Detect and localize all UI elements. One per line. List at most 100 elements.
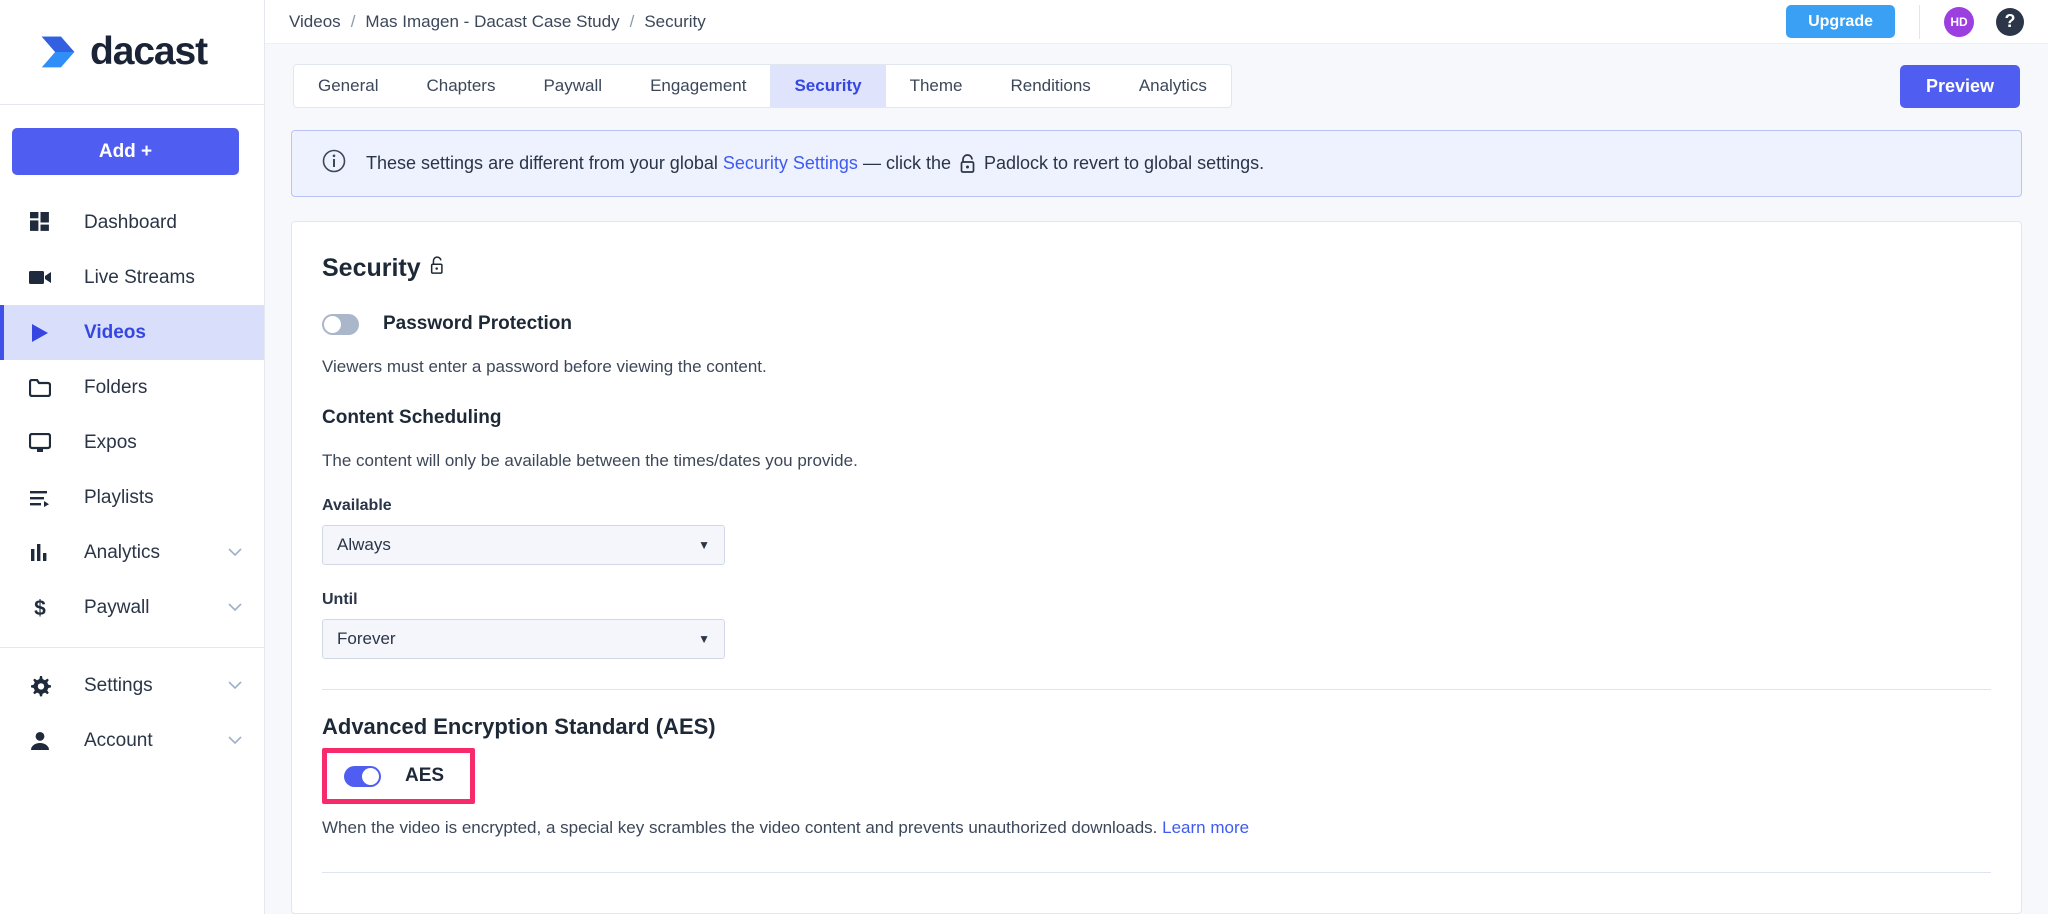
info-circle-icon xyxy=(322,149,346,178)
dollar-icon: $ xyxy=(25,597,55,619)
password-protection-description: Viewers must enter a password before vie… xyxy=(322,357,767,376)
password-protection-toggle[interactable] xyxy=(322,313,359,335)
banner-text-middle: — click the xyxy=(862,153,951,173)
caret-down-icon: ▼ xyxy=(698,538,710,552)
aes-toggle-label: AES xyxy=(405,765,445,786)
security-settings-link[interactable]: Security Settings xyxy=(723,153,858,174)
sidebar-item-label: Videos xyxy=(84,321,146,343)
sidebar-item-account[interactable]: Account xyxy=(0,713,264,768)
tab-renditions[interactable]: Renditions xyxy=(986,65,1114,107)
bar-chart-icon xyxy=(25,543,55,562)
security-card: Security Password Protection Viewers mus… xyxy=(291,221,2022,914)
aes-description-text: When the video is encrypted, a special k… xyxy=(322,818,1158,837)
toggle-knob xyxy=(362,767,379,785)
sidebar-nav: Dashboard Live Streams Videos Folders Ex… xyxy=(0,187,264,768)
security-title-text: Security xyxy=(322,254,421,282)
question-mark-icon[interactable]: ? xyxy=(1996,7,2024,36)
available-value: Always xyxy=(337,535,391,554)
dashboard-icon xyxy=(25,212,55,233)
avatar[interactable]: HD xyxy=(1944,6,1974,37)
add-button-wrapper: Add + xyxy=(0,105,264,187)
aes-heading: Advanced Encryption Standard (AES) xyxy=(322,714,716,739)
tab-analytics[interactable]: Analytics xyxy=(1115,65,1231,107)
upgrade-button[interactable]: Upgrade xyxy=(1786,5,1895,38)
svg-text:$: $ xyxy=(34,597,46,619)
tab-chapters[interactable]: Chapters xyxy=(402,65,519,107)
brand-logo[interactable]: dacast xyxy=(0,0,264,105)
sidebar-item-label: Playlists xyxy=(84,486,154,508)
sidebar-item-label: Analytics xyxy=(84,541,161,563)
sidebar-item-label: Dashboard xyxy=(84,211,177,233)
learn-more-link[interactable]: Learn more xyxy=(1162,818,1249,837)
tab-theme[interactable]: Theme xyxy=(886,65,987,107)
app-root: dacast Add + Dashboard Live Streams Vide… xyxy=(0,0,2048,914)
padlock-icon xyxy=(959,153,976,174)
password-protection-label: Password Protection xyxy=(383,313,572,334)
sidebar-item-paywall[interactable]: $ Paywall xyxy=(0,580,264,635)
top-bar-divider xyxy=(1919,4,1920,39)
chevron-down-icon[interactable] xyxy=(228,732,242,750)
sidebar-item-label: Settings xyxy=(84,674,153,696)
tab-security[interactable]: Security xyxy=(770,65,886,107)
available-select[interactable]: Always ▼ xyxy=(322,525,725,565)
sidebar-item-live-streams[interactable]: Live Streams xyxy=(0,250,264,305)
brand-name: dacast xyxy=(90,30,208,73)
breadcrumb: Videos / Mas Imagen - Dacast Case Study … xyxy=(289,12,706,32)
banner-text-after: Padlock to revert to global settings. xyxy=(983,153,1265,173)
until-value: Forever xyxy=(337,629,396,648)
aes-toggle[interactable] xyxy=(344,765,381,787)
chevron-down-icon[interactable] xyxy=(228,544,242,562)
gear-icon xyxy=(25,675,55,697)
sidebar-item-analytics[interactable]: Analytics xyxy=(0,525,264,580)
person-icon xyxy=(25,731,55,751)
sidebar-item-videos[interactable]: Videos xyxy=(0,305,264,360)
tab-paywall[interactable]: Paywall xyxy=(519,65,626,107)
toggle-knob xyxy=(324,315,341,333)
content-scheduling-description: The content will only be available betwe… xyxy=(322,451,858,470)
monitor-icon xyxy=(25,432,55,453)
aes-toggle-highlight: AES xyxy=(322,748,476,804)
breadcrumb-separator: / xyxy=(350,11,356,31)
add-button[interactable]: Add + xyxy=(12,128,239,175)
banner-text-before: These settings are different from your g… xyxy=(366,153,718,173)
playlist-icon xyxy=(25,489,55,507)
folder-icon xyxy=(25,378,55,397)
sidebar-item-playlists[interactable]: Playlists xyxy=(0,470,264,525)
sidebar-divider xyxy=(0,647,264,648)
video-camera-icon xyxy=(25,269,55,286)
caret-down-icon: ▼ xyxy=(698,632,710,646)
page-title: Security xyxy=(322,254,1991,283)
preview-button[interactable]: Preview xyxy=(1899,64,2020,108)
breadcrumb-item-current: Security xyxy=(644,11,706,31)
global-settings-banner: These settings are different from your g… xyxy=(291,130,2022,197)
breadcrumb-item-asset[interactable]: Mas Imagen - Dacast Case Study xyxy=(365,12,619,32)
content-scheduling-heading: Content Scheduling xyxy=(322,407,502,428)
sidebar-item-settings[interactable]: Settings xyxy=(0,658,264,713)
tab-row: General Chapters Paywall Engagement Secu… xyxy=(265,44,2048,108)
sidebar-item-label: Paywall xyxy=(84,596,150,618)
tab-engagement[interactable]: Engagement xyxy=(626,65,770,107)
main-area: Videos / Mas Imagen - Dacast Case Study … xyxy=(265,0,2048,914)
top-bar-actions: Upgrade HD ? xyxy=(1786,4,2024,39)
tabs: General Chapters Paywall Engagement Secu… xyxy=(293,64,1232,108)
sidebar: dacast Add + Dashboard Live Streams Vide… xyxy=(0,0,265,914)
available-label: Available xyxy=(322,497,392,514)
sidebar-item-label: Expos xyxy=(84,431,137,453)
play-icon xyxy=(25,323,55,343)
sidebar-item-folders[interactable]: Folders xyxy=(0,360,264,415)
aes-description: When the video is encrypted, a special k… xyxy=(322,818,1991,838)
chevron-down-icon[interactable] xyxy=(228,677,242,695)
until-label: Until xyxy=(322,591,358,608)
until-select[interactable]: Forever ▼ xyxy=(322,619,725,659)
tab-general[interactable]: General xyxy=(294,65,402,107)
sidebar-item-expos[interactable]: Expos xyxy=(0,415,264,470)
dacast-arrow-logo-icon xyxy=(41,36,75,68)
sidebar-item-dashboard[interactable]: Dashboard xyxy=(0,195,264,250)
unlocked-padlock-icon[interactable] xyxy=(429,254,445,283)
banner-text: These settings are different from your g… xyxy=(366,153,1264,174)
breadcrumb-item-videos[interactable]: Videos xyxy=(289,12,341,32)
chevron-down-icon[interactable] xyxy=(228,599,242,617)
sidebar-item-label: Account xyxy=(84,729,153,751)
section-divider xyxy=(322,689,1991,690)
password-protection-row: Password Protection xyxy=(322,313,1991,335)
